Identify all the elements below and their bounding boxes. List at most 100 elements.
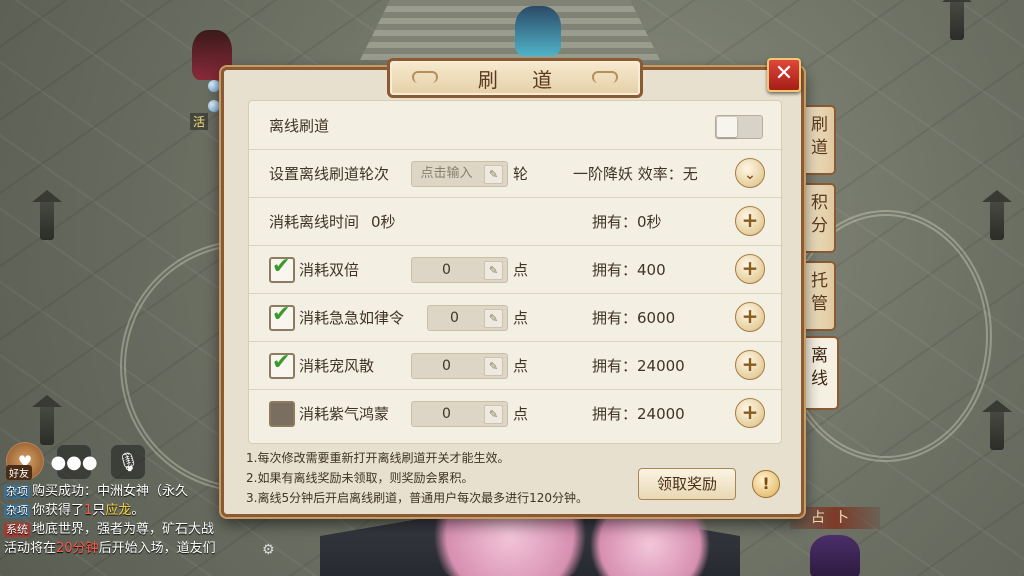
pencil-icon: ✎ [484,357,503,376]
item-amount-value: 0 [442,406,451,422]
chat-line: 活动将在20分钟后开始入场，道友们 [4,539,234,558]
bead-icon [208,100,220,112]
tab-label: 托管 [807,271,827,317]
item-label: 消耗宠风散 [299,357,375,375]
offline-time-value: 0秒 [371,213,396,231]
chat-line: 杂项 你获得了1只应龙。 [4,501,234,520]
item-owned: 拥有：24000 [592,405,685,423]
chat-text: 只 [92,503,106,518]
close-button[interactable]: ✕ [767,58,801,92]
chat-text: 购买成功：中洲女神（永久 [32,484,189,499]
rounds-row: 设置离线刷道轮次 点击输入 ✎ 轮 一阶降妖 效率：无 ⌄ [249,149,781,198]
item-amount-input[interactable]: 0 ✎ [411,257,508,283]
note-line: 1.每次修改需要重新打开离线刷道开关才能生效。 [246,451,510,465]
item-unit: 点 [513,261,529,279]
chat-text: 你获得了 [32,503,85,518]
rounds-input[interactable]: 点击输入 ✎ [411,161,508,187]
item-label: 消耗紫气鸿蒙 [299,405,390,423]
pencil-icon: ✎ [484,309,503,328]
item-label: 消耗急急如律令 [299,309,405,327]
dialog-title: 刷 道 [477,67,567,92]
dialog-title-plate: 刷 道 [387,58,643,98]
chat-time: 20分钟 [56,541,99,556]
pencil-icon: ✎ [484,165,503,184]
consume-decree-checkbox[interactable] [269,302,295,331]
item-owned: 拥有：24000 [592,357,685,375]
chat-line: 杂项 购买成功：中洲女神（永久 [4,482,234,501]
rounds-unit: 轮 [513,165,529,183]
consume-pet-powder-checkbox[interactable] [269,350,295,379]
consume-double-checkbox[interactable] [269,254,295,283]
info-icon[interactable]: ! [752,470,780,498]
offline-brush-dialog: 刷 道 ✕ 离线刷道 设置离线刷道轮次 点击输入 ✎ 轮 一阶降妖 效率：无 ⌄ [221,58,804,517]
item-owned: 拥有：6000 [592,309,676,327]
pencil-icon: ✎ [484,261,503,280]
chat-icon: ●●● [50,451,98,473]
rules-notes: 1.每次修改需要重新打开离线刷道开关才能生效。 2.如果有离线奖励未领取，则奖励… [246,448,588,508]
tab-label: 积分 [807,193,827,239]
item-amount-value: 0 [442,358,451,374]
tab-points[interactable]: 积分 [800,183,836,253]
plus-icon: + [741,208,759,232]
chat-button[interactable]: ●●● [50,444,98,480]
offline-toggle-switch[interactable] [715,115,763,139]
chat-log[interactable]: 杂项 购买成功：中洲女神（永久 杂项 你获得了1只应龙。 系统 地底世界，强者为尊，矿… [4,482,234,558]
tab-auto-manage[interactable]: 托管 [800,261,836,331]
bead-icon [208,80,220,92]
plus-icon: + [741,352,759,376]
add-item-button[interactable]: + [735,254,765,284]
item-unit: 点 [513,357,529,375]
rounds-input-placeholder: 点击输入 [420,166,473,181]
item-amount-input[interactable]: 0 ✎ [411,353,508,379]
stone-lantern [40,200,54,240]
tab-brush-path[interactable]: 刷道 [800,105,836,175]
stone-stairs [360,0,660,60]
rounds-label: 设置离线刷道轮次 [269,165,390,183]
pendant-ornament [206,70,222,170]
item-unit: 点 [513,309,529,327]
chat-text: 。 [131,503,145,518]
add-time-button[interactable]: + [735,206,765,236]
consume-item-row: 消耗急急如律令 0 ✎ 点 拥有：6000 + [249,293,781,342]
chat-item-link[interactable]: 应龙 [105,503,131,518]
difficulty-dropdown-button[interactable]: ⌄ [735,158,765,188]
npc-character[interactable] [515,6,561,56]
consume-item-row: 消耗紫气鸿蒙 0 ✎ 点 拥有：24000 + [249,389,781,437]
stone-lantern [990,410,1004,450]
plus-icon: + [741,304,759,328]
chevron-down-icon: ⌄ [744,167,756,183]
plus-icon: + [741,400,759,424]
offline-time-label: 消耗离线时间 [269,213,360,231]
stone-lantern [950,0,964,40]
consume-item-row: 消耗宠风散 0 ✎ 点 拥有：24000 + [249,341,781,390]
item-amount-input[interactable]: 0 ✎ [411,401,508,427]
item-amount-value: 0 [442,262,451,278]
claim-reward-button[interactable]: 领取奖励 [638,468,736,500]
consume-purple-qi-checkbox[interactable] [269,401,295,427]
cloud-ornament-icon [412,71,438,83]
add-item-button[interactable]: + [735,350,765,380]
item-amount-input[interactable]: 0 ✎ [427,305,508,331]
cloud-ornament-icon [592,71,618,83]
npc-character[interactable] [810,535,860,576]
friend-label: 好友 [6,465,32,480]
add-item-button[interactable]: + [735,398,765,428]
chat-channel-tag: 杂项 [4,504,30,518]
chat-line: 系统 地底世界，强者为尊，矿石大战 [4,520,234,539]
offline-toggle-row: 离线刷道 [249,101,781,150]
stone-lantern [40,405,54,445]
voice-button[interactable]: 🎙 [110,444,146,480]
activity-side-tag[interactable]: 活 [190,113,209,130]
gear-icon[interactable]: ⚙ [262,542,275,558]
add-item-button[interactable]: + [735,302,765,332]
microphone-icon: 🎙 [116,451,140,473]
note-line: 2.如果有离线奖励未领取，则奖励会累积。 [246,471,474,485]
chat-channel-tag: 杂项 [4,485,30,499]
offline-time-row: 消耗离线时间 0秒 拥有：0秒 + [249,197,781,246]
pencil-icon: ✎ [484,405,503,424]
item-amount-value: 0 [450,310,459,326]
item-owned: 拥有：400 [592,261,666,279]
note-line: 3.离线5分钟后开启离线刷道，普通用户每次最多进行120分钟。 [246,491,588,505]
offline-time-owned: 拥有：0秒 [592,213,662,231]
chat-text: 活动将在 [4,541,57,556]
